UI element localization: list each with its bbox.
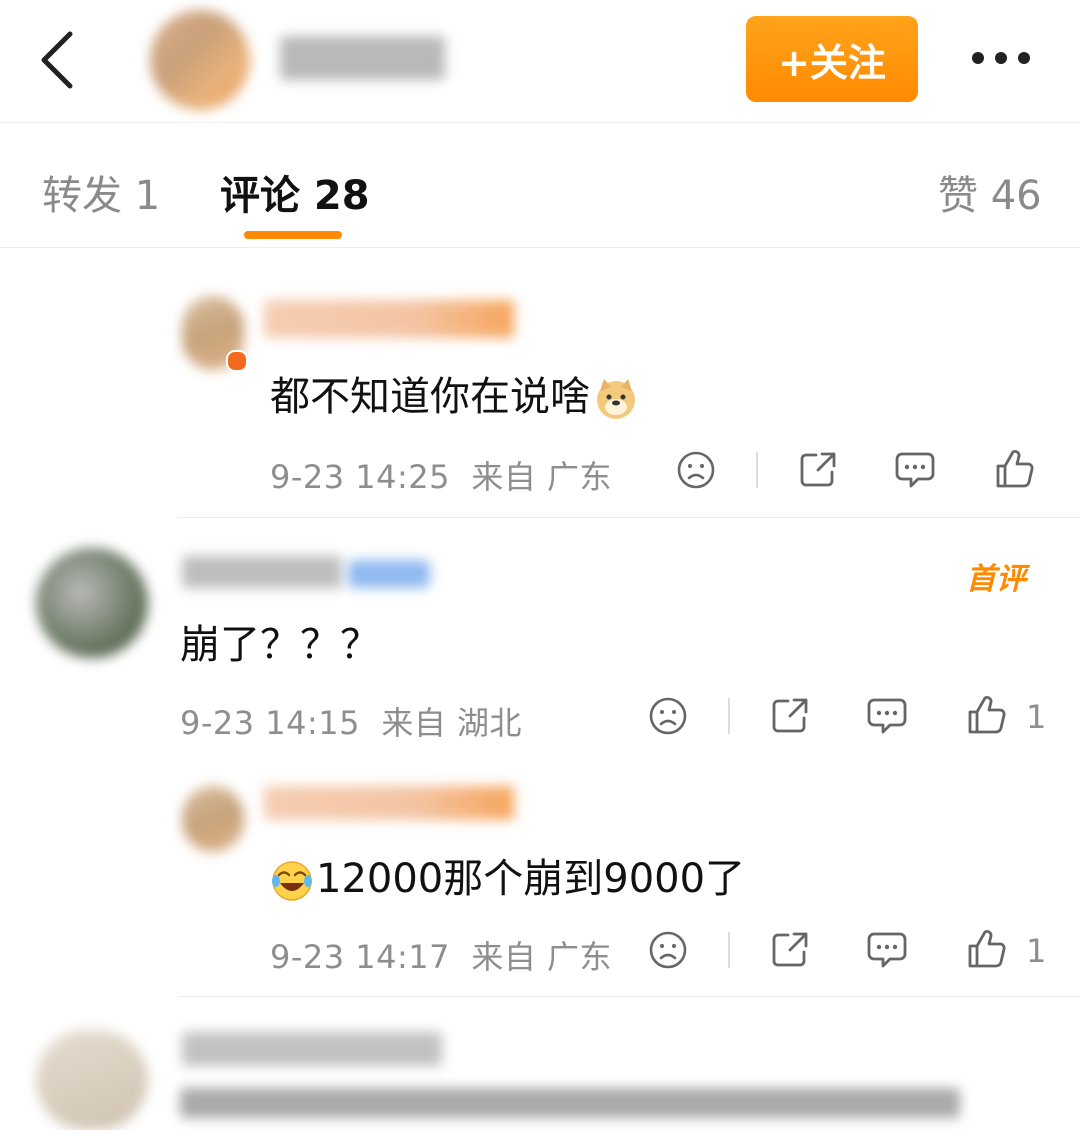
comment-divider: [178, 517, 1080, 518]
dislike-icon[interactable]: [648, 696, 688, 736]
like-count: 1: [1026, 698, 1047, 736]
author-name[interactable]: [280, 36, 445, 80]
divider: [728, 932, 730, 968]
like-icon[interactable]: [966, 694, 1006, 736]
commenter-name[interactable]: [182, 556, 342, 588]
comment-meta: 9-23 14:15 来自 湖北: [180, 698, 522, 744]
share-icon[interactable]: [770, 696, 810, 736]
comment-time: 9-23 14:17: [270, 938, 451, 976]
back-arrow-icon[interactable]: [36, 30, 80, 90]
divider: [728, 698, 730, 734]
divider: [756, 452, 758, 488]
verified-badge-icon: [226, 350, 248, 372]
active-tab-indicator: [244, 231, 342, 239]
dislike-icon[interactable]: [676, 450, 716, 490]
first-comment-badge: 首评: [966, 562, 1026, 597]
like-icon[interactable]: [994, 448, 1034, 490]
reply-icon[interactable]: [866, 930, 908, 970]
commenter-name[interactable]: [264, 786, 514, 820]
comment-location: 来自 湖北: [381, 704, 523, 742]
doge-emoji-icon: [594, 377, 638, 421]
comment-text-partial: [180, 1088, 960, 1118]
laugh-cry-emoji-icon: [270, 859, 314, 903]
dislike-icon[interactable]: [648, 930, 688, 970]
follow-button[interactable]: +关注: [746, 16, 918, 102]
comment-text: 崩了？？？: [180, 622, 380, 668]
tab-likes[interactable]: 赞 46: [938, 163, 1042, 221]
comment-meta: 9-23 14:17 来自 广东: [270, 932, 612, 978]
tab-reposts[interactable]: 转发 1: [42, 163, 160, 221]
avatar[interactable]: [182, 786, 244, 852]
tab-bar: 转发 1 评论 28 赞 46: [0, 122, 1080, 249]
comment-time: 9-23 14:15: [180, 704, 361, 742]
comment-text: 都不知道你在说啥: [270, 364, 638, 422]
comment-time: 9-23 14:25: [270, 458, 451, 496]
like-icon[interactable]: [966, 928, 1006, 970]
author-avatar[interactable]: [150, 10, 250, 110]
reply-icon[interactable]: [894, 450, 936, 490]
avatar[interactable]: [36, 1030, 148, 1130]
comment-meta: 9-23 14:25 来自 广东: [270, 452, 612, 498]
comment-divider: [178, 996, 1080, 997]
top-bar: +关注: [0, 0, 1080, 122]
follow-button-label: +关注: [778, 40, 886, 85]
tabs-divider: [0, 247, 1080, 248]
like-count: 1: [1026, 932, 1047, 970]
comment-text: 12000那个崩到9000了: [270, 846, 745, 904]
share-icon[interactable]: [770, 930, 810, 970]
comment-location: 来自 广东: [471, 938, 613, 976]
share-icon[interactable]: [798, 450, 838, 490]
commenter-name[interactable]: [182, 1032, 442, 1066]
tab-comments[interactable]: 评论 28: [220, 163, 370, 221]
more-options-icon[interactable]: [968, 48, 1034, 68]
commenter-name[interactable]: [264, 300, 514, 338]
avatar[interactable]: [36, 548, 148, 658]
fan-badge: [348, 560, 430, 588]
reply-icon[interactable]: [866, 696, 908, 736]
comment-location: 来自 广东: [471, 458, 613, 496]
